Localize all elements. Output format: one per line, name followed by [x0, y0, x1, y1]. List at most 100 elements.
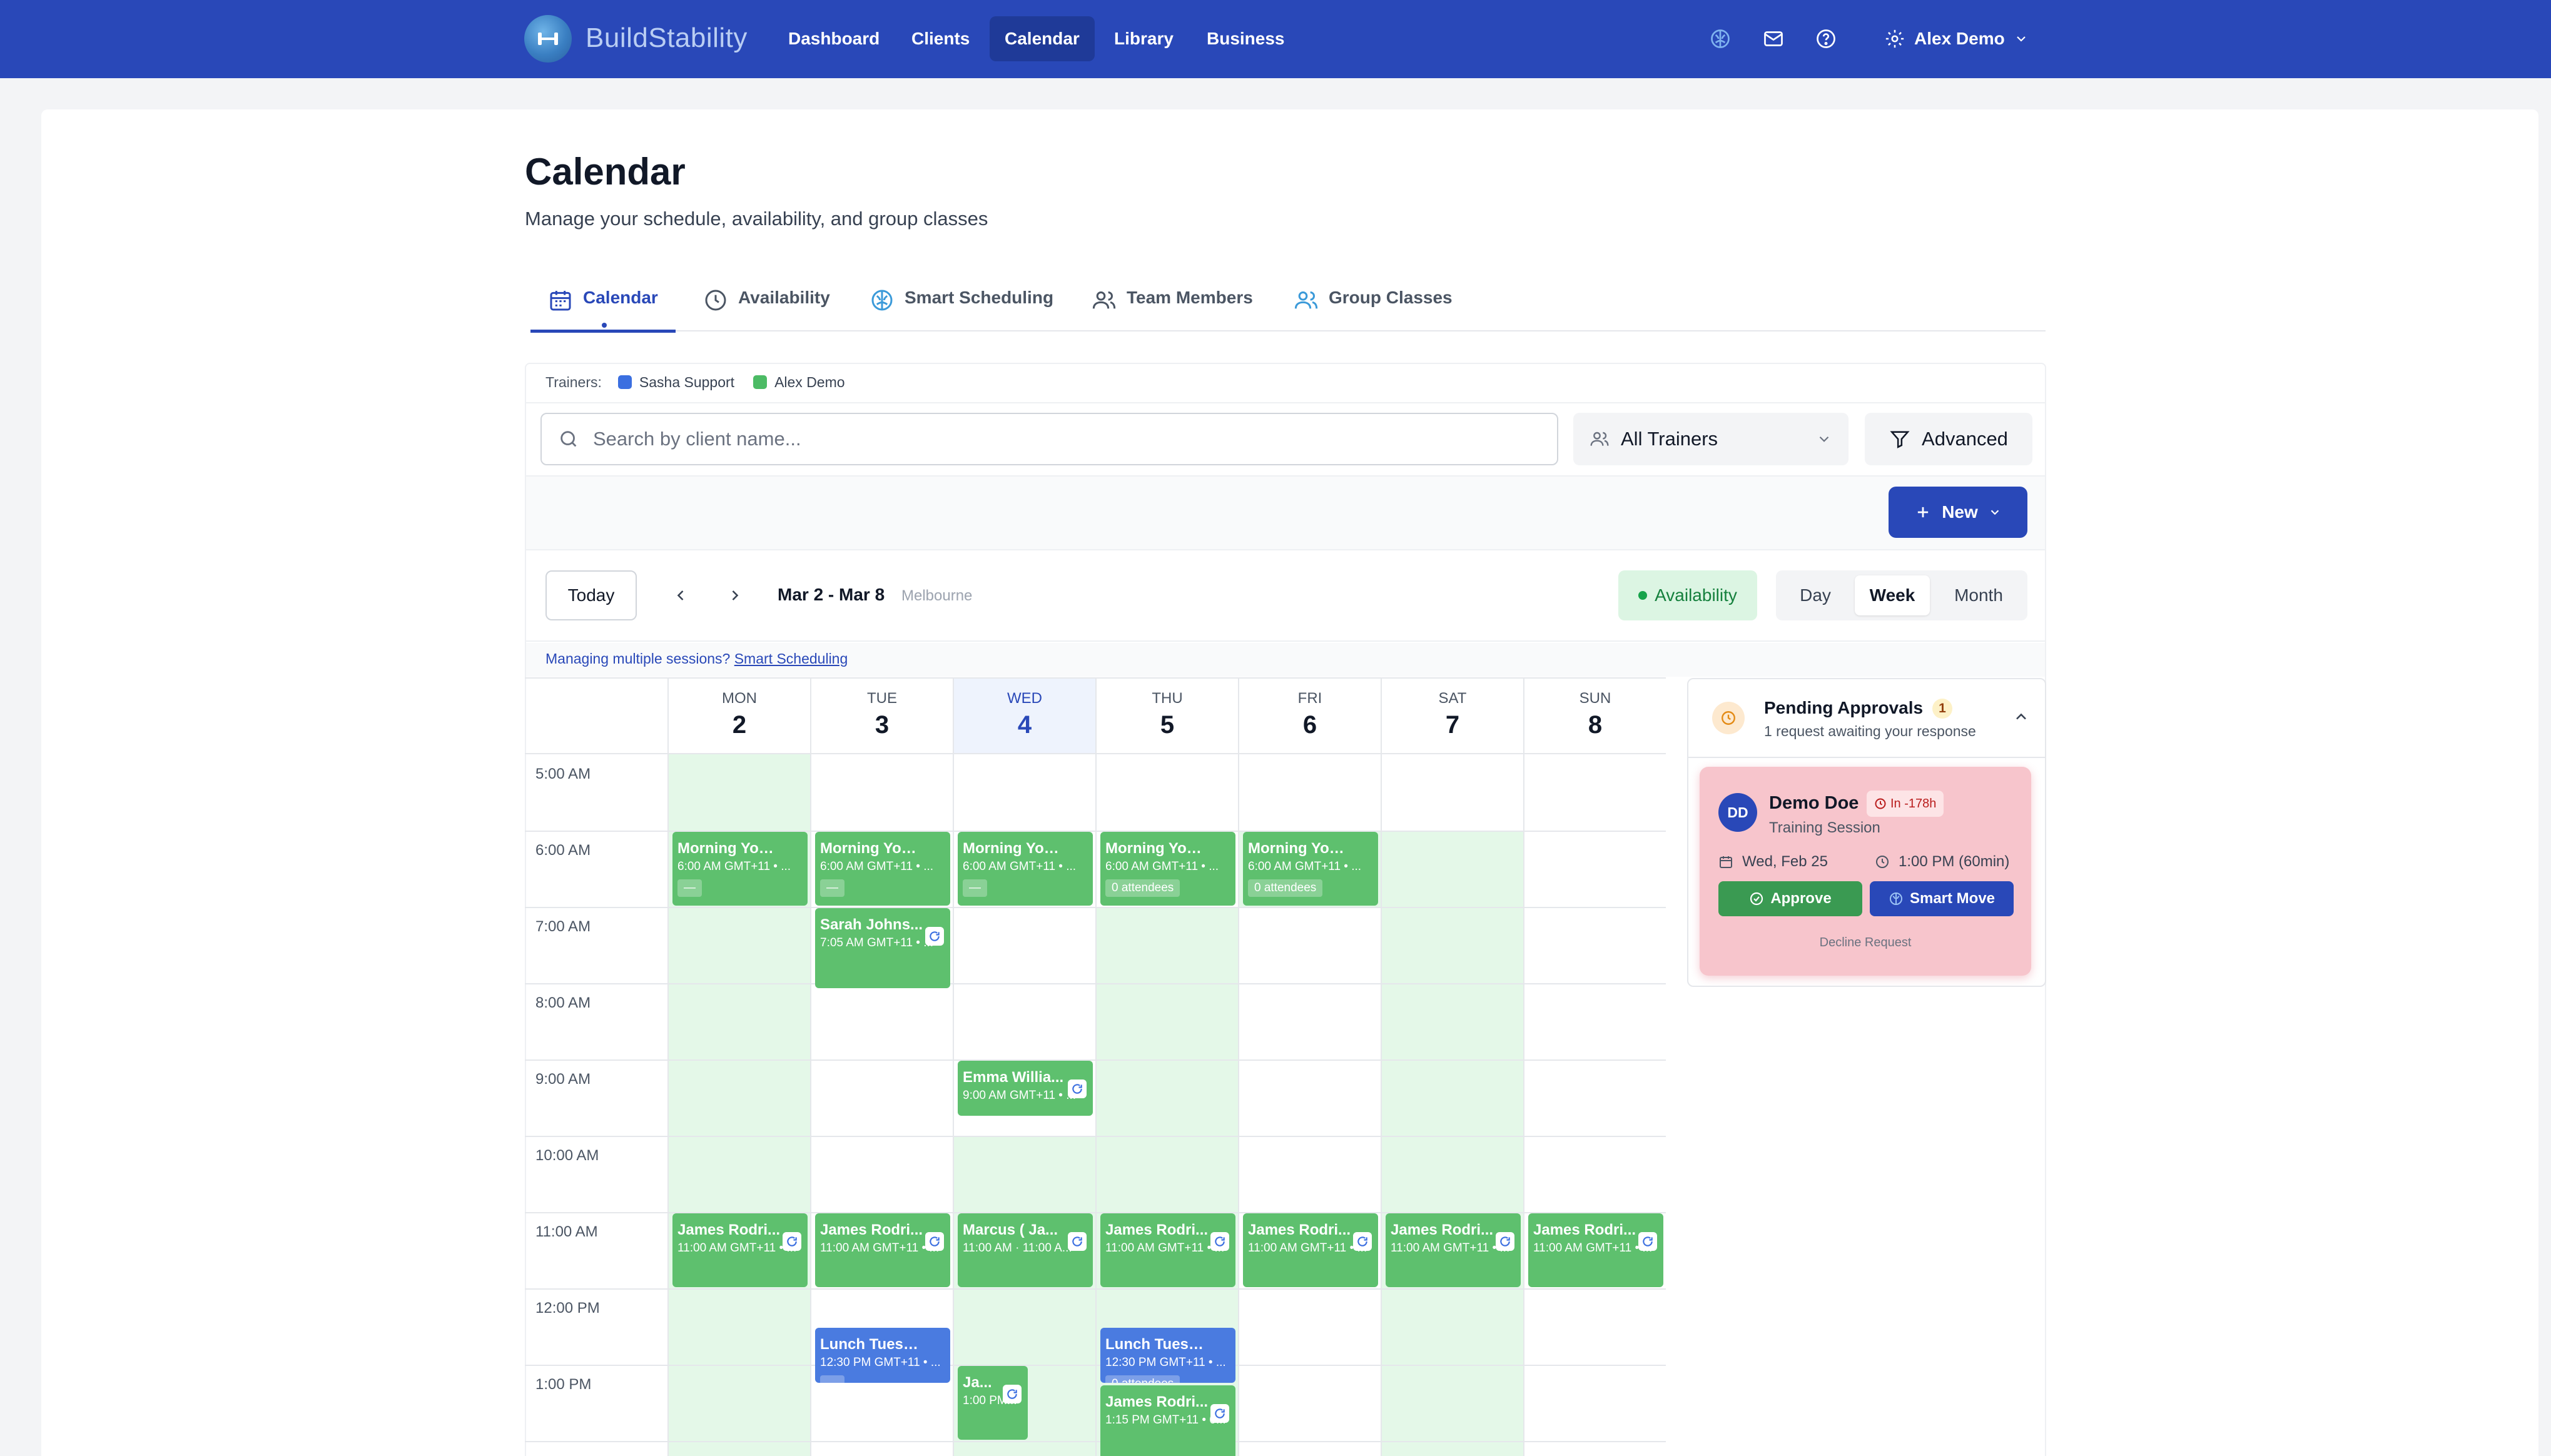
calendar-section-tabs: Calendar Availability Smart Scheduling T… — [530, 281, 2046, 333]
session-type: Training Session — [1769, 819, 1880, 836]
date-range: Mar 2 - Mar 8 — [778, 585, 885, 604]
calendar-event[interactable]: Emma Willia... 9:00 AM GMT+11 • ... — [958, 1061, 1093, 1116]
decline-request-button[interactable]: Decline Request — [1700, 936, 2031, 950]
calendar-event[interactable]: Lunch Tuesday ... 12:30 PM GMT+11 • ... — — [815, 1328, 950, 1383]
recurring-icon — [1353, 1232, 1372, 1251]
nav-dashboard[interactable]: Dashboard — [773, 16, 895, 61]
nav-library[interactable]: Library — [1099, 16, 1189, 61]
day-header-wed[interactable]: WED 4 — [953, 679, 1095, 754]
request-time: 1:00 PM (60min) — [1875, 853, 2009, 871]
calendar-event[interactable]: Morning Yoga 6 ... 6:00 AM GMT+11 • ... 0 … — [1100, 832, 1235, 906]
tab-calendar-label: Calendar — [583, 288, 658, 307]
brand-logo-icon[interactable] — [524, 15, 572, 63]
client-search[interactable] — [540, 413, 1558, 465]
availability-label: Availability — [1655, 585, 1737, 605]
day-header-sun[interactable]: SUN 8 — [1523, 679, 1666, 754]
recurring-icon — [1068, 1232, 1087, 1251]
calendar-icon — [1718, 854, 1733, 869]
calendar-event[interactable]: Ja... 1:00 PM... — [958, 1366, 1028, 1440]
recurring-icon — [1496, 1232, 1514, 1251]
calendar-event[interactable]: Morning Yoga 6 ... 6:00 AM GMT+11 • ... 0 … — [1243, 832, 1378, 906]
nav-calendar[interactable]: Calendar — [990, 16, 1095, 61]
brand-name[interactable]: BuildStability — [586, 23, 748, 54]
time-label: 9:00 AM — [535, 1071, 591, 1088]
status-dot — [1638, 591, 1648, 600]
calendar-event[interactable]: James Rodri... 11:00 AM GMT+11 • ... — [815, 1213, 950, 1287]
calendar-event[interactable]: James Rodri... 11:00 AM GMT+11 • ... — [1386, 1213, 1521, 1287]
attendees-chip: — — [963, 879, 987, 897]
tab-availability[interactable]: Availability — [703, 281, 830, 331]
chevron-up-icon[interactable] — [2012, 708, 2030, 725]
clock-icon — [703, 288, 728, 313]
action-band — [526, 477, 2045, 549]
event-time: 6:00 AM GMT+11 • ... — [1105, 860, 1219, 873]
calendar-event[interactable]: Lunch Tuesday ... 12:30 PM GMT+11 • ... 0 … — [1100, 1328, 1235, 1383]
day-name: TUE — [867, 690, 897, 707]
today-button[interactable]: Today — [545, 570, 637, 620]
chevron-right-icon[interactable] — [721, 582, 749, 609]
view-month[interactable]: Month — [1935, 575, 2022, 615]
view-week[interactable]: Week — [1855, 575, 1930, 615]
new-label: New — [1942, 502, 1978, 522]
day-number: 4 — [1017, 711, 1032, 739]
calendar-event[interactable]: Morning Yoga 6 ... 6:00 AM GMT+11 • ... — — [958, 832, 1093, 906]
brain-icon[interactable] — [1707, 25, 1734, 53]
clock-icon — [1712, 702, 1745, 734]
day-number: 3 — [875, 711, 890, 739]
calendar-event[interactable]: Sarah Johns... 7:05 AM GMT+11 • ... — [815, 908, 950, 988]
day-header-thu[interactable]: THU 5 — [1095, 679, 1238, 754]
availability-toggle[interactable]: Availability — [1618, 570, 1757, 620]
calendar-event[interactable]: James Rodri... 1:15 PM GMT+11 • 6... — [1100, 1385, 1235, 1456]
advanced-filter-button[interactable]: Advanced — [1865, 413, 2032, 465]
mail-icon[interactable] — [1760, 25, 1787, 53]
time-label: 11:00 AM — [535, 1223, 598, 1240]
legend-label: Alex Demo — [774, 373, 845, 390]
attendees-chip: 0 attendees — [1248, 879, 1323, 897]
smart-move-button[interactable]: Smart Move — [1870, 881, 2014, 916]
view-switcher: Day Week Month — [1776, 570, 2027, 620]
legend-item-sasha-support[interactable]: Sasha Support — [617, 374, 734, 391]
nav-clients[interactable]: Clients — [896, 16, 985, 61]
timezone-label: Melbourne — [901, 587, 973, 604]
search-input[interactable] — [593, 428, 1469, 450]
user-menu[interactable]: Alex Demo — [1884, 24, 2029, 54]
legend-item-alex-demo[interactable]: Alex Demo — [753, 373, 845, 391]
pending-approvals-header[interactable]: Pending Approvals 1 1 request awaiting y… — [1688, 679, 2045, 758]
calendar-event[interactable]: Morning Yoga 6 ... 6:00 AM GMT+11 • ... — — [815, 832, 950, 906]
brain-icon — [1889, 891, 1904, 906]
tab-group-classes[interactable]: Group Classes — [1294, 281, 1453, 331]
day-header-tue[interactable]: TUE 3 — [810, 679, 953, 754]
calendar-icon — [548, 288, 573, 313]
chevron-left-icon[interactable] — [667, 582, 694, 609]
calendar-event[interactable]: James Rodri... 11:00 AM GMT+11 • ... — [672, 1213, 808, 1287]
smart-scheduling-link[interactable]: Smart Scheduling — [734, 650, 848, 667]
event-time: 6:00 AM GMT+11 • ... — [677, 860, 791, 873]
chevron-down-icon — [2014, 31, 2029, 46]
calendar-event[interactable]: Morning Yoga 6 ... 6:00 AM GMT+11 • ... — — [672, 832, 808, 906]
calendar-event[interactable]: Marcus ( Ja... 11:00 AM · 11:00 A... — [958, 1213, 1093, 1287]
tab-smart-scheduling[interactable]: Smart Scheduling — [870, 281, 1053, 331]
day-header-sat[interactable]: SAT 7 — [1381, 679, 1523, 754]
day-header-mon[interactable]: MON 2 — [667, 679, 810, 754]
nav-business[interactable]: Business — [1192, 16, 1300, 61]
calendar-event[interactable]: James Rodri... 11:00 AM GMT+11 • ... — [1243, 1213, 1378, 1287]
help-icon[interactable] — [1812, 25, 1840, 53]
approve-button[interactable]: Approve — [1718, 881, 1862, 916]
day-header-fri[interactable]: FRI 6 — [1238, 679, 1381, 754]
settings-gear-icon — [1884, 28, 1905, 49]
tab-team-members[interactable]: Team Members — [1092, 281, 1253, 331]
event-title: Morning Yoga 6 ... — [677, 840, 803, 857]
trainer-select[interactable]: All Trainers — [1573, 413, 1849, 465]
event-title: Morning Yoga 6 ... — [1105, 840, 1230, 857]
view-day[interactable]: Day — [1781, 575, 1850, 615]
active-tab-indicator — [602, 323, 607, 328]
clock-icon — [1874, 797, 1887, 810]
new-button[interactable]: New — [1889, 487, 2027, 538]
calendar-event[interactable]: James Rodri... 11:00 AM GMT+11 • ... — [1528, 1213, 1663, 1287]
day-column-divider — [810, 754, 811, 1456]
calendar-event[interactable]: James Rodri... 11:00 AM GMT+11 • ... — [1100, 1213, 1235, 1287]
day-number: 2 — [732, 711, 747, 739]
day-column-divider — [667, 754, 669, 1456]
day-column-divider — [1523, 754, 1524, 1456]
event-title: Lunch Tuesday ... — [1105, 1336, 1230, 1353]
